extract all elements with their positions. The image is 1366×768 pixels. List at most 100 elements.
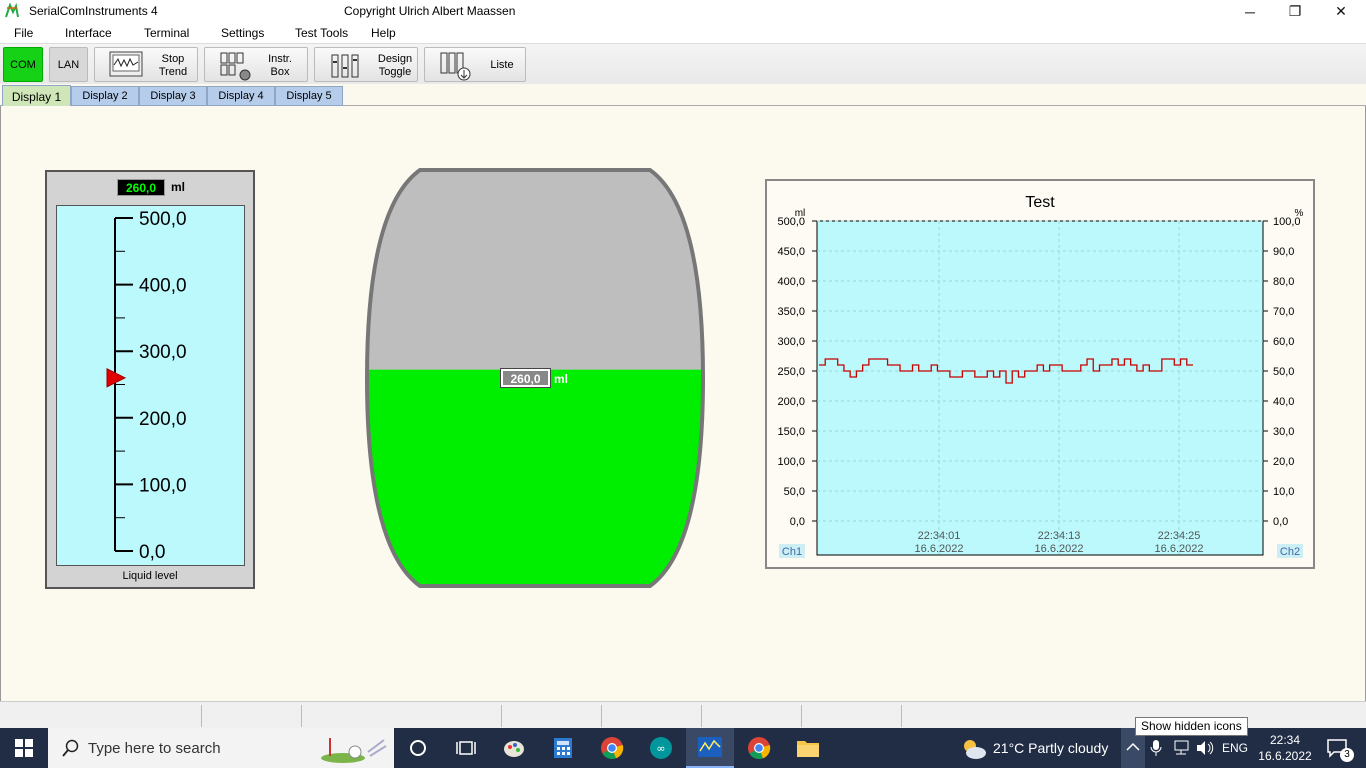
gauge-tick-label: 0,0 bbox=[139, 542, 165, 563]
windows-logo-icon bbox=[15, 739, 33, 757]
taskbar-app-calculator[interactable] bbox=[539, 728, 587, 768]
taskbar-app-serialcominstruments[interactable] bbox=[686, 728, 734, 768]
com-button[interactable]: COM bbox=[3, 47, 43, 82]
menu-bar: File Interface Terminal Settings Test To… bbox=[0, 23, 1366, 43]
gauge-scale: 500,0 400,0 300,0 200,0 100,0 0,0 bbox=[56, 205, 245, 566]
minimize-button[interactable]: ─ bbox=[1227, 0, 1273, 23]
notification-count-badge: 3 bbox=[1340, 748, 1354, 762]
taskbar-search-box[interactable]: Type here to search bbox=[48, 728, 394, 768]
y-right-tick-label: 40,0 bbox=[1273, 396, 1294, 408]
search-icon bbox=[62, 739, 79, 757]
tab-display-3[interactable]: Display 3 bbox=[139, 86, 207, 106]
stop-trend-label: Stop Trend bbox=[158, 53, 188, 78]
status-panel bbox=[301, 705, 302, 727]
gauge-unit: ml bbox=[171, 180, 186, 194]
liste-button[interactable]: Liste bbox=[424, 47, 526, 82]
status-panel bbox=[901, 705, 902, 727]
y-left-tick-label: 300,0 bbox=[777, 336, 805, 348]
y-right-tick-label: 80,0 bbox=[1273, 276, 1294, 288]
instr-box-button[interactable]: Instr. Box bbox=[204, 47, 308, 82]
chart-title: Test bbox=[1025, 194, 1055, 211]
gauge-tick-label: 300,0 bbox=[139, 342, 187, 363]
paint-icon bbox=[504, 741, 524, 757]
display-canvas: 260,0 ml 500,0 400,0 300,0 200,0 100,0 0,0 Li… bbox=[0, 106, 1366, 701]
menu-file[interactable]: File bbox=[14, 26, 33, 40]
close-button[interactable]: ✕ bbox=[1318, 0, 1364, 23]
cortana-icon bbox=[410, 740, 426, 756]
y-right-tick-label: 10,0 bbox=[1273, 486, 1294, 498]
menu-test-tools[interactable]: Test Tools bbox=[295, 26, 348, 40]
tab-display-2[interactable]: Display 2 bbox=[71, 86, 139, 106]
y-left-tick-label: 450,0 bbox=[777, 246, 805, 258]
chart-grid bbox=[816, 220, 1264, 556]
menu-settings[interactable]: Settings bbox=[221, 26, 264, 40]
lan-button[interactable]: LAN bbox=[49, 47, 88, 82]
copyright-text: Copyright Ulrich Albert Maassen bbox=[344, 4, 516, 18]
stop-trend-button[interactable]: Stop Trend bbox=[94, 47, 198, 82]
task-view-icon bbox=[456, 741, 476, 755]
tab-display-1[interactable]: Display 1 bbox=[2, 85, 71, 107]
design-toggle-button[interactable]: Design Toggle bbox=[314, 47, 418, 82]
status-panel bbox=[701, 705, 702, 727]
x-tick-date: 16.6.2022 bbox=[1155, 543, 1204, 555]
trend-icon bbox=[109, 51, 143, 77]
status-panel bbox=[201, 705, 202, 727]
gauge-scale-svg: 500,0 400,0 300,0 200,0 100,0 0,0 bbox=[106, 209, 187, 563]
x-tick-date: 16.6.2022 bbox=[1035, 543, 1084, 555]
list-icon bbox=[440, 52, 471, 81]
microphone-icon[interactable] bbox=[1150, 739, 1162, 757]
svg-text:∞: ∞ bbox=[656, 742, 665, 755]
menu-terminal[interactable]: Terminal bbox=[144, 26, 189, 40]
gauge-tick-label: 400,0 bbox=[139, 276, 187, 297]
ch1-label: Ch1 bbox=[782, 546, 802, 558]
taskbar-app-paint[interactable] bbox=[490, 728, 538, 768]
instr-box-label: Instr. Box bbox=[268, 53, 292, 78]
taskbar-app-chrome-2[interactable] bbox=[735, 728, 783, 768]
taskbar-app-file-explorer[interactable] bbox=[784, 728, 832, 768]
chrome-icon bbox=[748, 737, 771, 760]
status-panel bbox=[801, 705, 802, 727]
network-icon[interactable] bbox=[1172, 740, 1190, 756]
status-panel bbox=[601, 705, 602, 727]
gauge-value-readout: 260,0 bbox=[117, 179, 165, 196]
title-bar: SerialComInstruments 4 Copyright Ulrich … bbox=[0, 0, 1366, 23]
cortana-button[interactable] bbox=[394, 728, 442, 768]
tab-display-5[interactable]: Display 5 bbox=[275, 86, 343, 106]
trend-chart-svg: Test ml % 500,0 100,0450,0 90,0400,0 80,035… bbox=[777, 194, 1304, 558]
weather-partly-cloudy-icon[interactable] bbox=[960, 738, 988, 760]
arduino-icon: ∞ bbox=[650, 737, 672, 759]
volume-icon[interactable] bbox=[1196, 740, 1214, 756]
task-view-button[interactable] bbox=[442, 728, 490, 768]
liquid-level-gauge[interactable]: 260,0 ml 500,0 400,0 300,0 200,0 100,0 0,0 Li… bbox=[45, 170, 255, 589]
y-left-tick-label: 200,0 bbox=[777, 396, 805, 408]
menu-help[interactable]: Help bbox=[371, 26, 396, 40]
y-left-tick-label: 50,0 bbox=[784, 486, 805, 498]
restore-button[interactable]: ❐ bbox=[1272, 0, 1318, 23]
weather-text[interactable]: 21°C Partly cloudy bbox=[993, 740, 1108, 756]
clock-date[interactable]: 16.6.2022 bbox=[1250, 749, 1320, 763]
folder-icon bbox=[797, 741, 819, 757]
gauge-tick-label: 200,0 bbox=[139, 409, 187, 430]
clock-time[interactable]: 22:34 bbox=[1250, 733, 1320, 747]
window-title: SerialComInstruments 4 bbox=[29, 4, 158, 18]
show-hidden-icons-tooltip: Show hidden icons bbox=[1135, 717, 1248, 736]
chevron-up-icon bbox=[1126, 742, 1140, 751]
y-left-tick-label: 250,0 bbox=[777, 366, 805, 378]
plot-area bbox=[816, 220, 1264, 556]
notification-center-button[interactable]: 3 bbox=[1318, 728, 1366, 768]
start-button[interactable] bbox=[0, 728, 48, 768]
y-right-tick-label: 100,0 bbox=[1273, 216, 1301, 228]
x-tick-time: 22:34:25 bbox=[1158, 530, 1201, 542]
design-icon bbox=[331, 54, 359, 78]
language-indicator[interactable]: ENG bbox=[1222, 741, 1248, 755]
tab-display-4[interactable]: Display 4 bbox=[207, 86, 275, 106]
taskbar-app-arduino[interactable]: ∞ bbox=[637, 728, 685, 768]
y-left-tick-label: 500,0 bbox=[777, 216, 805, 228]
chrome-icon bbox=[601, 737, 624, 760]
y-left-tick-label: 100,0 bbox=[777, 456, 805, 468]
tank-unit: ml bbox=[554, 372, 569, 386]
gauge-caption: Liquid level bbox=[122, 570, 178, 582]
taskbar-app-chrome[interactable] bbox=[588, 728, 636, 768]
trend-chart[interactable]: Test ml % 500,0 100,0 450,0 90,0 400,0 80,0 35… bbox=[765, 179, 1315, 569]
menu-interface[interactable]: Interface bbox=[65, 26, 112, 40]
